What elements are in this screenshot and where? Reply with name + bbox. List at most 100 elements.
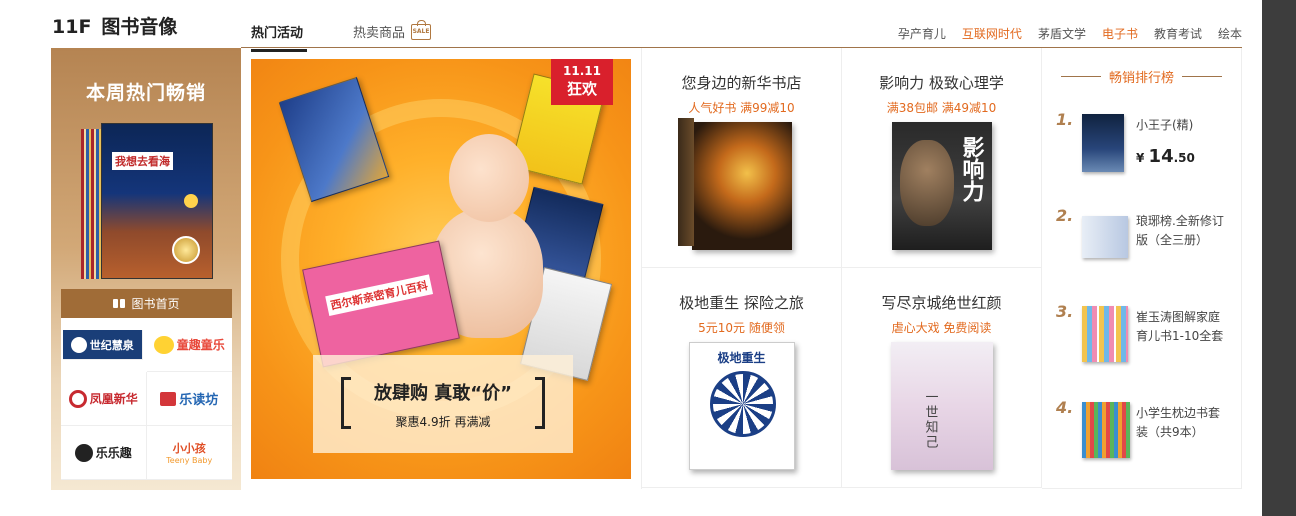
category-link[interactable]: 绘本 bbox=[1218, 25, 1242, 42]
book-thumbnail bbox=[1082, 216, 1128, 258]
price-integer: 14 bbox=[1148, 146, 1174, 167]
panel-title: 本周热门畅销 bbox=[85, 82, 206, 104]
floor-title: 11F 图书音像 bbox=[52, 12, 177, 39]
brand-name: 凤凰新华 bbox=[89, 392, 138, 406]
category-links: 孕产育儿 互联网时代 茅盾文学 电子书 教育考试 绘本 bbox=[898, 25, 1242, 42]
publisher-brands: 世纪慧泉 童趣童乐 凤凰新华 乐读坊 乐乐趣 小小孩 Teeny Baby bbox=[61, 318, 232, 480]
floor-tabs: 热门活动 热卖商品 SALE bbox=[251, 19, 481, 52]
promo-title: 您身边的新华书店 bbox=[681, 74, 802, 92]
button-label: 图书首页 bbox=[131, 297, 180, 311]
brand-logo[interactable]: 小小孩 Teeny Baby bbox=[146, 426, 232, 480]
badge-word: 狂欢 bbox=[566, 80, 597, 98]
brand-name: 小小孩 bbox=[172, 442, 206, 455]
baby-head bbox=[449, 134, 529, 222]
brand-logo[interactable]: 乐读坊 bbox=[146, 372, 232, 426]
brand-mark-icon bbox=[70, 336, 87, 353]
book-home-button[interactable]: 图书首页 bbox=[61, 289, 232, 318]
divider bbox=[1182, 76, 1222, 77]
promo-title: 极地重生 探险之旅 bbox=[679, 294, 804, 312]
brand-name: 乐读坊 bbox=[179, 393, 219, 408]
panda-icon bbox=[74, 443, 93, 462]
banner-subline: 聚惠4.9折 再满减 bbox=[395, 415, 491, 429]
currency-symbol: ¥ bbox=[1136, 151, 1145, 165]
rank-number: 1. bbox=[1056, 110, 1074, 129]
ranking-title: 畅销排行榜 bbox=[1108, 71, 1174, 86]
smiley-icon bbox=[153, 335, 174, 354]
promo-title: 写尽京城绝世红颜 bbox=[881, 294, 1002, 312]
promo-cell[interactable]: 极地重生 探险之旅 5元10元 随便领 极地重生 bbox=[642, 268, 842, 488]
divider bbox=[1060, 76, 1101, 77]
book-thumbnail bbox=[1082, 114, 1124, 172]
banner-headline: 放肆购 真敢“价” bbox=[374, 383, 512, 404]
category-link[interactable]: 教育考试 bbox=[1154, 25, 1202, 42]
promo-subtitle: 虐心大戏 免费阅读 bbox=[891, 321, 992, 335]
featured-book-cover[interactable]: 我想去看海 bbox=[81, 123, 213, 281]
badge-date: 11.11 bbox=[563, 64, 601, 78]
book-stack-icon bbox=[160, 391, 177, 406]
brand-name: 世纪慧泉 bbox=[89, 338, 134, 352]
cover-title: 一世知己 bbox=[922, 390, 938, 450]
brand-name: 乐乐趣 bbox=[95, 446, 132, 460]
book-name: 小王子(精) bbox=[1136, 118, 1194, 132]
promo-cell[interactable]: 您身边的新华书店 人气好书 满99减10 bbox=[642, 48, 842, 268]
open-book-title: 西尔斯亲密育儿百科 bbox=[325, 274, 434, 316]
phoenix-icon bbox=[68, 389, 87, 408]
bestseller-ranking: 畅销排行榜 1. 小王子(精) ¥ 14.50 2. 琅琊榜.全新修订版（全三册… bbox=[1042, 48, 1242, 489]
moon-graphic bbox=[184, 194, 198, 208]
brand-subname: Teeny Baby bbox=[166, 456, 213, 465]
category-link[interactable]: 电子书 bbox=[1102, 25, 1138, 42]
book-thumbnail bbox=[1082, 306, 1128, 362]
floor-name: 图书音像 bbox=[101, 16, 178, 38]
cover-pattern bbox=[709, 371, 776, 437]
mona-lisa-graphic bbox=[899, 140, 954, 226]
book-cover bbox=[677, 118, 792, 250]
tab-label: 热卖商品 bbox=[353, 26, 406, 41]
rank-number: 3. bbox=[1056, 302, 1074, 321]
book-cover: 一世知己 bbox=[890, 342, 993, 470]
window-scrollbar[interactable] bbox=[1262, 0, 1296, 516]
book-thumbnail bbox=[1082, 402, 1130, 458]
promo-banner[interactable]: 西尔斯亲密育儿百科 11.11 狂欢 放肆购 真敢“价” 聚惠4.9折 再满减 bbox=[251, 59, 631, 479]
ranking-header: 畅销排行榜 bbox=[1042, 67, 1241, 86]
brand-logo[interactable]: 乐乐趣 bbox=[61, 426, 147, 480]
ranking-item[interactable]: 4. 小学生枕边书套装（共9本） bbox=[1042, 394, 1242, 474]
promo-cell[interactable]: 影响力 极致心理学 满38包邮 满49减10 影响力 bbox=[842, 48, 1042, 268]
price-decimal: .50 bbox=[1173, 151, 1195, 165]
book-name: 崔玉涛图解家庭育儿书1-10全套 bbox=[1136, 310, 1224, 343]
rank-number: 4. bbox=[1056, 398, 1074, 417]
brand-name: 童趣童乐 bbox=[176, 338, 225, 352]
brand-logo[interactable]: 凤凰新华 bbox=[61, 372, 147, 426]
ranking-item[interactable]: 2. 琅琊榜.全新修订版（全三册） bbox=[1042, 202, 1242, 282]
category-link[interactable]: 互联网时代 bbox=[962, 25, 1022, 42]
book-price: ¥ 14.50 bbox=[1136, 146, 1195, 167]
open-book-icon bbox=[113, 298, 126, 309]
promo-title: 影响力 极致心理学 bbox=[879, 74, 1004, 92]
ranking-item[interactable]: 1. 小王子(精) ¥ 14.50 bbox=[1042, 106, 1242, 186]
cover-title: 影响力 bbox=[958, 136, 984, 202]
rank-number: 2. bbox=[1056, 206, 1074, 225]
weekly-bestseller-panel: 本周热门畅销 我想去看海 图书首页 世纪慧泉 童趣童乐 凤凰新华 乐读坊 乐乐趣… bbox=[51, 48, 241, 490]
award-medal-icon bbox=[172, 236, 200, 264]
tab-hot-activities[interactable]: 热门活动 bbox=[251, 22, 308, 52]
floor-number: 11F bbox=[52, 16, 92, 38]
tab-label: 热门活动 bbox=[251, 26, 304, 41]
promo-cell[interactable]: 写尽京城绝世红颜 虐心大戏 免费阅读 一世知己 bbox=[842, 268, 1042, 488]
double-eleven-badge: 11.11 狂欢 bbox=[551, 59, 613, 105]
category-link[interactable]: 茅盾文学 bbox=[1038, 25, 1086, 42]
book-name: 琅琊榜.全新修订版（全三册） bbox=[1136, 214, 1224, 247]
book-cover: 影响力 bbox=[891, 122, 992, 250]
brand-logo[interactable]: 世纪慧泉 bbox=[63, 330, 143, 360]
promo-grid: 您身边的新华书店 人气好书 满99减10 影响力 极致心理学 满38包邮 满49… bbox=[641, 48, 1042, 489]
book-cover-art: 我想去看海 bbox=[101, 123, 213, 279]
category-link[interactable]: 孕产育儿 bbox=[898, 25, 946, 42]
cover-title: 极地重生 bbox=[717, 351, 766, 365]
ranking-item[interactable]: 3. 崔玉涛图解家庭育儿书1-10全套 bbox=[1042, 298, 1242, 378]
sale-bag-icon: SALE bbox=[411, 19, 432, 40]
book-title: 我想去看海 bbox=[112, 152, 173, 170]
promo-subtitle: 5元10元 随便领 bbox=[698, 321, 785, 335]
promo-subtitle: 人气好书 满99减10 bbox=[688, 101, 795, 115]
brand-logo[interactable]: 童趣童乐 bbox=[146, 318, 232, 372]
tab-hot-products[interactable]: 热卖商品 SALE bbox=[353, 19, 432, 47]
book-cover: 极地重生 bbox=[688, 342, 795, 470]
book-name: 小学生枕边书套装（共9本） bbox=[1136, 406, 1221, 439]
